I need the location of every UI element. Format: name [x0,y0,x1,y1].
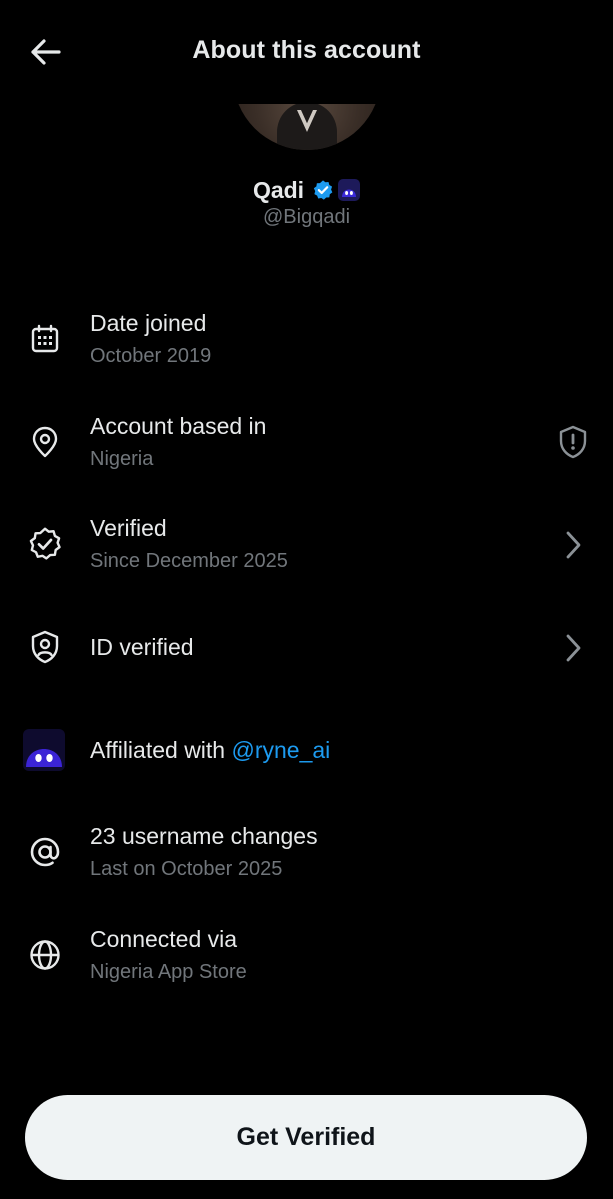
about-account-screen: About this account Qadi @Bigqadi Date jo… [0,0,613,1199]
row-affiliated-with: Affiliated with @ryne_ai [0,705,613,805]
row-subtitle: Since December 2025 [90,550,288,572]
row-account-based-in: Account based in Nigeria [0,397,613,497]
verified-badge-icon [313,180,333,200]
row-subtitle: Nigeria [90,448,154,470]
row-title: Verified [90,515,167,541]
chevron-right-icon [555,525,591,565]
row-date-joined: Date joined October 2019 [0,294,613,394]
globe-icon [24,934,66,976]
shield-alert-icon[interactable] [555,422,591,462]
calendar-icon [24,318,66,360]
ryne-ai-affiliate-badge-icon [338,179,361,201]
row-connected-via: Connected via Nigeria App Store [0,910,613,1010]
row-username-changes: 23 username changes Last on October 2025 [0,807,613,907]
row-title: ID verified [90,634,194,660]
location-pin-icon [24,421,66,463]
top-app-bar: About this account [0,0,613,104]
row-title: Date joined [90,310,207,336]
at-sign-icon [24,831,66,873]
row-verified[interactable]: Verified Since December 2025 [0,499,613,599]
row-id-verified[interactable]: ID verified [0,602,613,702]
chevron-right-icon [555,628,591,668]
account-handle: @Bigqadi [262,206,351,228]
row-subtitle: Last on October 2025 [90,858,283,880]
get-verified-button[interactable]: Get Verified [25,1095,587,1180]
ryne-ai-logo-icon [23,729,65,771]
row-title: Account based in [90,413,267,439]
affiliation-prefix: Affiliated with [90,737,232,763]
profile-identity: Qadi @Bigqadi [0,174,613,229]
row-subtitle: Nigeria App Store [90,961,247,983]
display-name: Qadi [252,176,305,203]
row-title: 23 username changes [90,823,318,849]
row-title: Connected via [90,926,238,952]
row-subtitle: October 2019 [90,345,212,367]
id-shield-icon [24,626,66,668]
verified-check-icon [24,523,66,565]
affiliate-handle-link[interactable]: @ryne_ai [231,737,330,763]
affiliation-text: Affiliated with @ryne_ai [90,737,330,764]
page-title: About this account [192,36,421,64]
